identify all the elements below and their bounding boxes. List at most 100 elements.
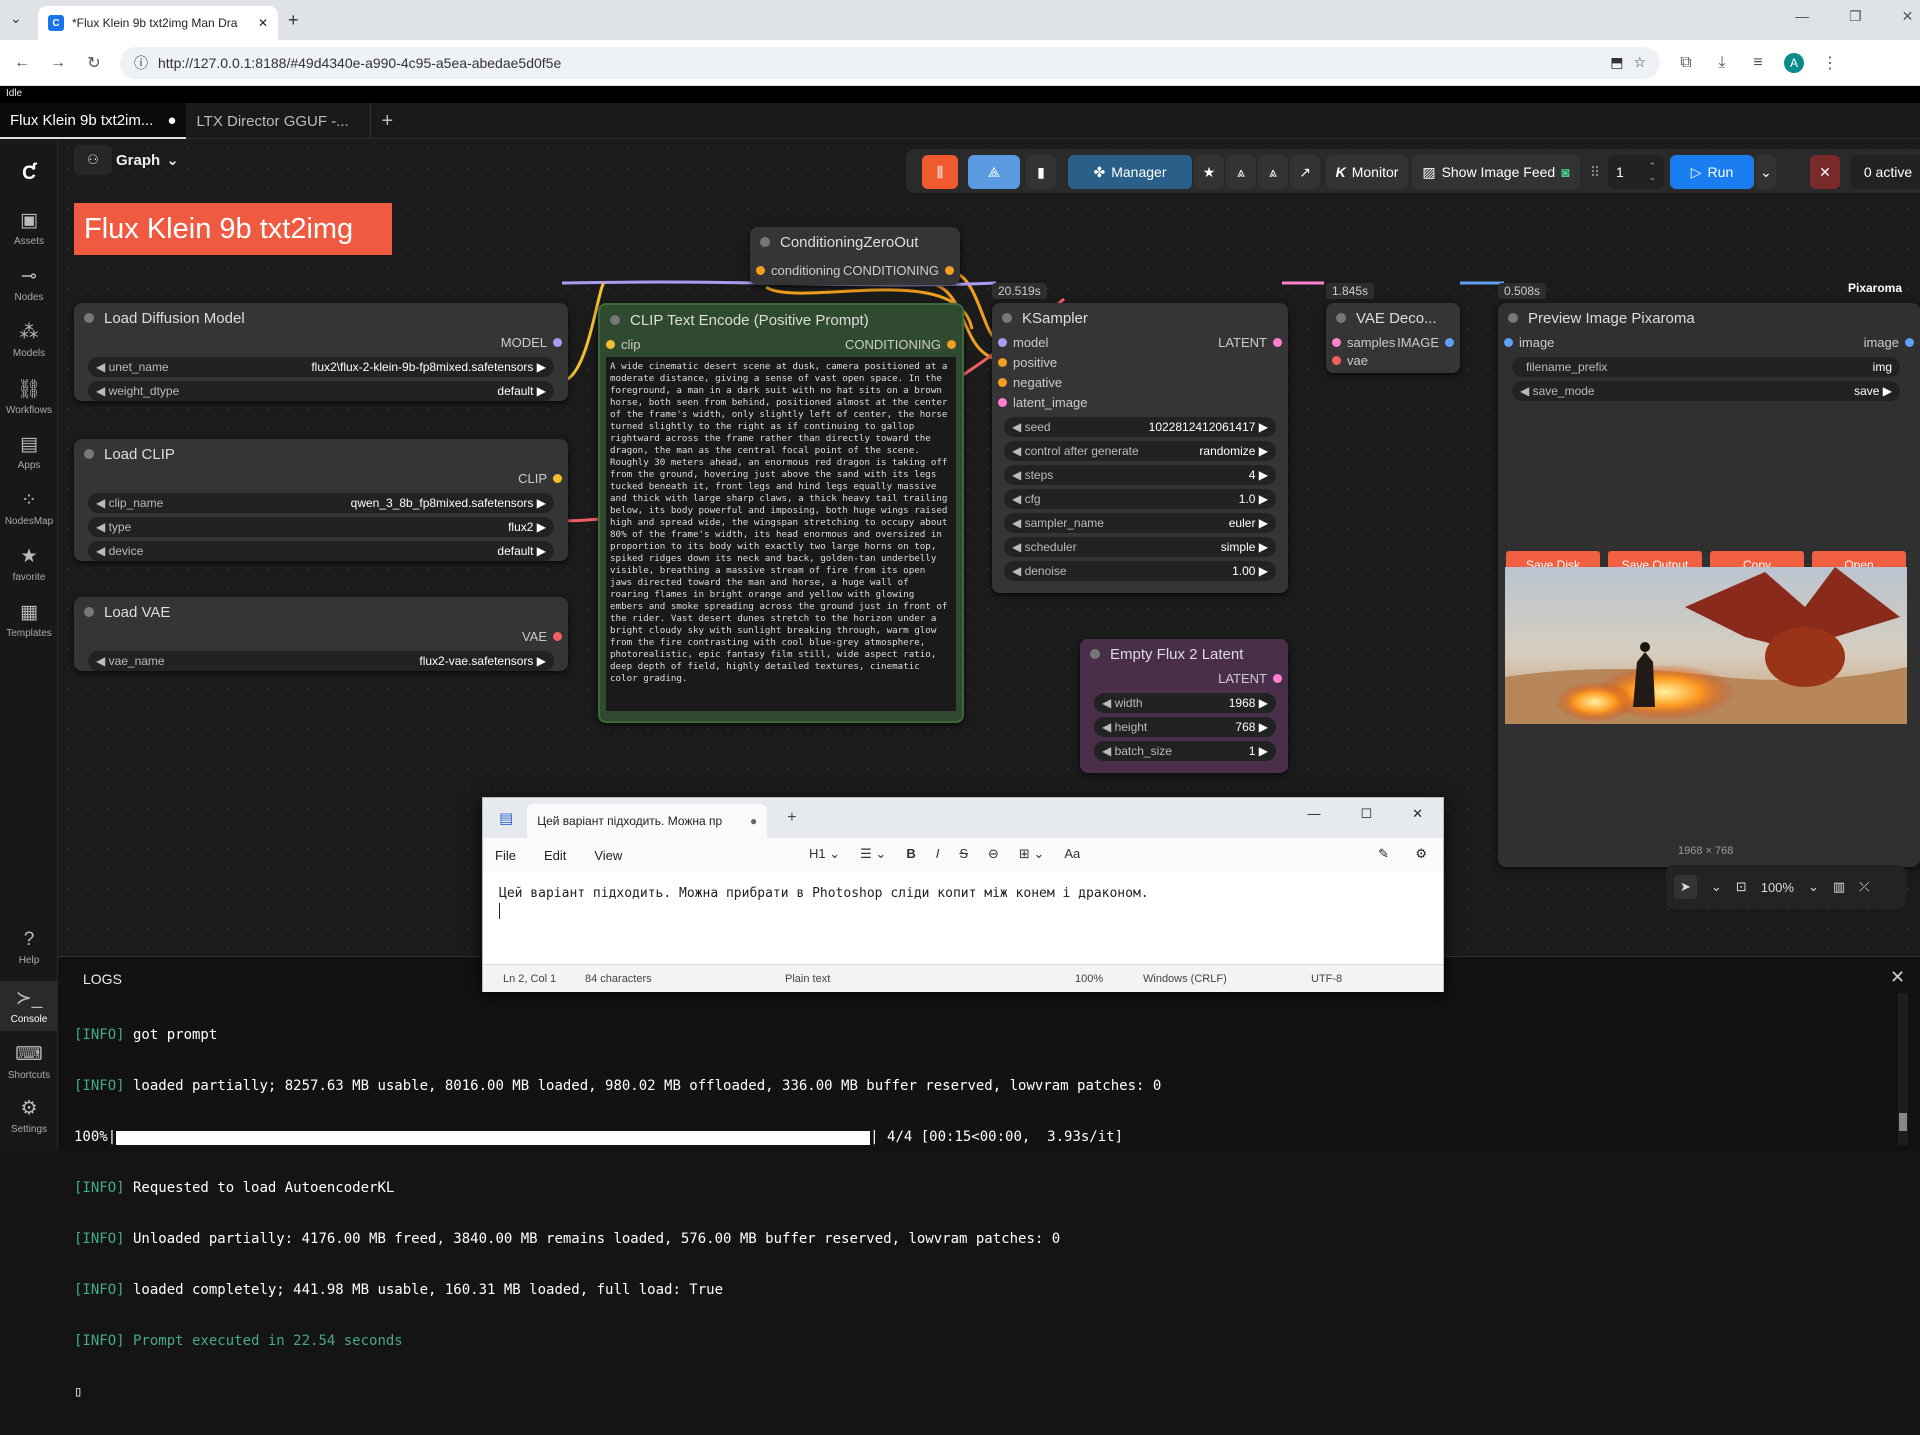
bookmark-star-icon[interactable]: ☆ bbox=[1633, 54, 1646, 71]
menu-edit[interactable]: Edit bbox=[544, 848, 566, 863]
active-queue-button[interactable]: 0 active bbox=[1850, 155, 1920, 189]
node-clip-text-encode[interactable]: CLIP Text Encode (Positive Prompt) clip … bbox=[598, 303, 964, 723]
address-bar[interactable]: ⓘ http://127.0.0.1:8188/#49d4340e-a990-4… bbox=[120, 46, 1660, 79]
notepad-editor[interactable]: Цей варіант підходить. Можна прибрати в … bbox=[483, 872, 1443, 964]
node-ksampler[interactable]: KSampler model positive negative latent_… bbox=[992, 303, 1288, 593]
save-mode-widget[interactable]: ◀ save_mode save ▶ bbox=[1512, 381, 1900, 401]
extensions-icon[interactable]: ⧉ bbox=[1676, 54, 1696, 72]
sidebar-apps[interactable]: ▤ Apps bbox=[0, 433, 58, 471]
clip-name-widget[interactable]: ◀ clip_name qwen_3_8b_fp8mixed.safetensor… bbox=[88, 493, 554, 513]
node-empty-flux2-latent[interactable]: Empty Flux 2 Latent LATENT ◀ width 1968 ▶… bbox=[1080, 639, 1288, 773]
input-port[interactable] bbox=[1504, 338, 1513, 347]
sidebar-templates[interactable]: ▦ Templates bbox=[0, 601, 58, 639]
clip-type-widget[interactable]: ◀ type flux2 ▶ bbox=[88, 517, 554, 537]
denoise-widget[interactable]: ◀ denoise 1.00 ▶ bbox=[1004, 561, 1276, 581]
close-window-icon[interactable]: ✕ bbox=[1412, 806, 1423, 822]
output-port[interactable] bbox=[1273, 674, 1282, 683]
italic-icon[interactable]: I bbox=[936, 846, 940, 862]
sidebar-help[interactable]: ? Help bbox=[0, 929, 58, 966]
chevron-down-icon[interactable]: ⌄ bbox=[1711, 879, 1722, 895]
copilot-icon[interactable]: ✎ bbox=[1378, 846, 1389, 862]
generated-image-preview[interactable] bbox=[1505, 567, 1907, 724]
drag-handle-icon[interactable]: ⠿ bbox=[1588, 155, 1602, 189]
input-port[interactable] bbox=[1332, 338, 1341, 347]
tab-ltx-director[interactable]: LTX Director GGUF -... bbox=[186, 103, 372, 139]
run-button[interactable]: ▷ Run bbox=[1670, 155, 1754, 189]
reload-icon[interactable]: ↻ bbox=[84, 53, 104, 73]
close-logs-icon[interactable]: ✕ bbox=[1890, 967, 1905, 988]
zoom-level[interactable]: 100% bbox=[1761, 880, 1794, 895]
menu-view[interactable]: View bbox=[594, 848, 622, 863]
star-toolbar-icon[interactable]: ★ bbox=[1194, 155, 1224, 189]
node-conditioning-zero-out[interactable]: ConditioningZeroOut conditioning CONDITI… bbox=[750, 227, 960, 285]
close-tab-icon[interactable]: ✕ bbox=[258, 16, 268, 30]
minimize-icon[interactable]: — bbox=[1307, 806, 1320, 822]
manager-button[interactable]: ✤ Manager bbox=[1068, 155, 1192, 189]
list-icon[interactable]: ☰ ⌄ bbox=[860, 846, 886, 862]
height-widget[interactable]: ◀ height 768 ▶ bbox=[1094, 717, 1276, 737]
tab-search-icon[interactable]: ⌄ bbox=[10, 10, 22, 27]
filename-prefix-widget[interactable]: filename_prefix img bbox=[1512, 357, 1900, 377]
download-icon[interactable]: ⤓ bbox=[1712, 54, 1732, 72]
share-icon[interactable]: ↗ bbox=[1290, 155, 1320, 189]
bookmark-icon[interactable]: ▮ bbox=[1026, 155, 1056, 189]
node-vae-decode[interactable]: VAE Deco... samples vae IMAGE bbox=[1326, 303, 1460, 373]
forward-icon[interactable]: → bbox=[48, 54, 68, 72]
maximize-icon[interactable]: ☐ bbox=[1360, 806, 1372, 822]
sidebar-models[interactable]: ⁂ Models bbox=[0, 321, 58, 359]
seed-widget[interactable]: ◀ seed 1022812412061417 ▶ bbox=[1004, 417, 1276, 437]
node-load-diffusion-model[interactable]: Load Diffusion Model MODEL ◀ unet_name fl… bbox=[74, 303, 568, 401]
graph-menu-icon[interactable]: ⚇ bbox=[74, 145, 112, 175]
node-load-vae[interactable]: Load VAE VAE ◀ vae_name flux2-vae.safeten… bbox=[74, 597, 568, 671]
sidebar-settings[interactable]: ⚙ Settings bbox=[0, 1097, 58, 1135]
tab-flux-klein[interactable]: Flux Klein 9b txt2im... ● bbox=[0, 103, 187, 139]
control-after-generate-widget[interactable]: ◀ control after generate randomize ▶ bbox=[1004, 441, 1276, 461]
output-port[interactable] bbox=[1273, 338, 1282, 347]
bold-icon[interactable]: B bbox=[906, 846, 915, 862]
batch-count-input[interactable]: 1 ⌃ ⌄ bbox=[1608, 155, 1664, 189]
vae-name-widget[interactable]: ◀ vae_name flux2-vae.safetensors ▶ bbox=[88, 651, 554, 671]
output-port[interactable] bbox=[1905, 338, 1914, 347]
sidebar-shortcuts[interactable]: ⌨ Shortcuts bbox=[0, 1043, 58, 1081]
strikethrough-icon[interactable]: S bbox=[959, 846, 968, 862]
sidebar-assets[interactable]: ▣ Assets bbox=[0, 209, 58, 247]
link-icon[interactable]: ⊖ bbox=[988, 846, 999, 862]
triangle-logo-icon[interactable]: ⟁ bbox=[968, 155, 1020, 189]
restore-icon[interactable]: ❐ bbox=[1849, 8, 1862, 25]
output-port[interactable] bbox=[945, 266, 954, 275]
input-port[interactable] bbox=[606, 340, 615, 349]
media-icon[interactable]: ≡ bbox=[1748, 54, 1768, 72]
prompt-textarea[interactable]: A wide cinematic desert scene at dusk, c… bbox=[606, 357, 956, 711]
clear-format-icon[interactable]: Aa bbox=[1064, 846, 1080, 862]
input-port[interactable] bbox=[998, 398, 1007, 407]
browser-tab[interactable]: C *Flux Klein 9b txt2img Man Dra ✕ bbox=[38, 6, 278, 40]
title-banner[interactable]: Flux Klein 9b txt2img bbox=[74, 203, 392, 255]
sidebar-console[interactable]: ≻_ Console bbox=[0, 981, 58, 1031]
minimize-icon[interactable]: — bbox=[1795, 8, 1809, 25]
settings-gear-icon[interactable]: ⚙ bbox=[1415, 846, 1427, 862]
sidebar-workflows[interactable]: ⛓ Workflows bbox=[0, 377, 58, 416]
new-workflow-icon[interactable]: + bbox=[371, 103, 403, 139]
heading-dropdown[interactable]: H1 ⌄ bbox=[809, 846, 840, 862]
menu-kebab-icon[interactable]: ⋮ bbox=[1820, 53, 1840, 73]
output-port[interactable] bbox=[553, 632, 562, 641]
terminal-cursor[interactable]: ▯ bbox=[74, 1384, 1161, 1401]
output-port[interactable] bbox=[553, 338, 562, 347]
tool-a-icon[interactable]: ⩓ bbox=[1226, 155, 1256, 189]
cfg-widget[interactable]: ◀ cfg 1.0 ▶ bbox=[1004, 489, 1276, 509]
output-port[interactable] bbox=[553, 474, 562, 483]
site-info-icon[interactable]: ⓘ bbox=[134, 53, 148, 73]
comfy-logo-icon[interactable]: Ƈ bbox=[0, 163, 58, 189]
sidebar-nodes[interactable]: ⊸ Nodes bbox=[0, 265, 58, 303]
sampler-name-widget[interactable]: ◀ sampler_name euler ▶ bbox=[1004, 513, 1276, 533]
image-feed-button[interactable]: ▨ Show Image Feed ◙ bbox=[1412, 155, 1580, 189]
sidebar-favorite[interactable]: ★ favorite bbox=[0, 545, 58, 583]
install-icon[interactable]: ⬒ bbox=[1610, 54, 1623, 71]
notepad-tab[interactable]: Цей варіант підходить. Можна пр ● bbox=[527, 804, 768, 838]
fit-view-icon[interactable]: ⊡ bbox=[1736, 879, 1747, 895]
back-icon[interactable]: ← bbox=[12, 54, 32, 72]
logs-scrollbar[interactable] bbox=[1898, 993, 1908, 1145]
sidebar-nodesmap[interactable]: ⁘ NodesMap bbox=[0, 489, 58, 527]
monitor-button[interactable]: K Monitor bbox=[1326, 155, 1408, 189]
pointer-icon[interactable]: ➤ bbox=[1674, 875, 1697, 899]
